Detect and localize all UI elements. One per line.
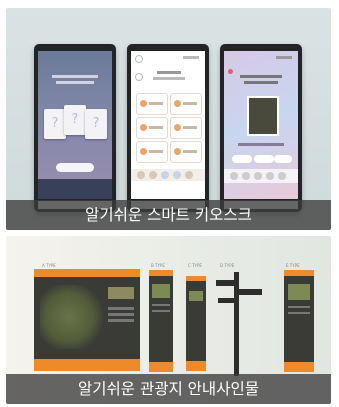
direction-pole [234, 272, 239, 376]
sign-footer-band [149, 362, 173, 372]
option-button[interactable] [232, 155, 252, 163]
kiosk-menu-screen [127, 44, 209, 212]
type-label: E TYPE [286, 263, 300, 268]
kiosk-screen [224, 51, 298, 199]
info-panel [149, 276, 173, 362]
result-image [247, 96, 279, 136]
option-button[interactable] [274, 155, 292, 163]
tourist-sign-card[interactable]: A TYPE B TYPE C TYPE D TYPE E TYPE 알기쉬운 … [6, 236, 331, 404]
type-label: A TYPE [42, 263, 56, 268]
kiosk-screen [131, 51, 205, 199]
type-label: B TYPE [151, 263, 165, 268]
menu-tile[interactable] [136, 93, 168, 115]
tourist-map-panel [34, 277, 140, 359]
kiosk-result-screen [220, 44, 302, 212]
kiosk-screen: ? ? ? [38, 51, 112, 199]
start-button[interactable] [56, 163, 94, 172]
type-label: C TYPE [188, 263, 202, 268]
section-caption: 알기쉬운 관광지 안내사인물 [6, 374, 331, 404]
menu-tile[interactable] [136, 141, 168, 163]
smart-kiosk-card[interactable]: ? ? ? 알기쉬운 스마트 키오스크 [6, 8, 331, 230]
section-caption: 알기쉬운 스마트 키오스크 [6, 200, 331, 230]
menu-tile[interactable] [170, 141, 202, 163]
info-panel [186, 281, 206, 361]
direction-arm [218, 298, 238, 303]
direction-arm [216, 280, 238, 286]
question-card[interactable]: ? [85, 109, 107, 139]
kiosk-quiz-screen: ? ? ? [34, 44, 116, 212]
direction-arm [238, 289, 262, 295]
option-button[interactable] [254, 155, 274, 163]
question-card[interactable]: ? [44, 109, 66, 139]
type-label: D TYPE [220, 263, 235, 268]
sign-footer-band [186, 361, 206, 371]
question-card[interactable]: ? [64, 105, 86, 135]
sign-header-band [34, 269, 140, 277]
info-panel [284, 276, 314, 362]
menu-tile[interactable] [136, 117, 168, 139]
menu-tile[interactable] [170, 117, 202, 139]
sign-footer-band [284, 362, 314, 372]
menu-tile[interactable] [170, 93, 202, 115]
sign-footer-band [34, 359, 140, 371]
